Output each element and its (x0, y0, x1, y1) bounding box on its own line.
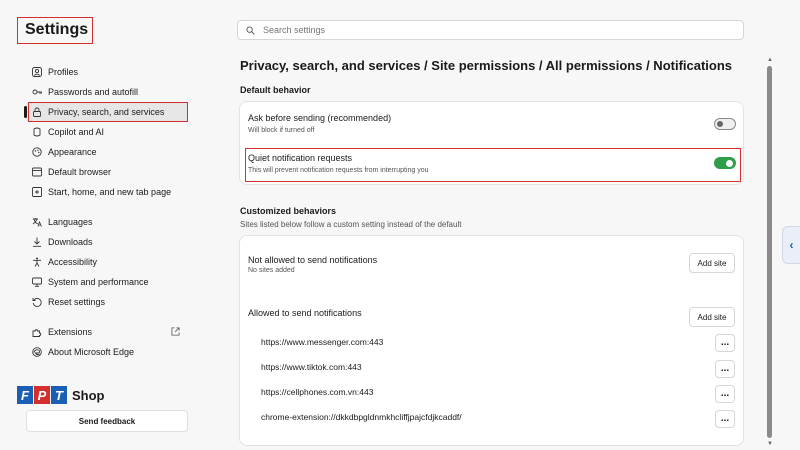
not-allowed-title: Not allowed to send notifications (248, 255, 378, 265)
ask-before-sending-subtitle: Will block if turned off (248, 127, 315, 134)
site-more-button[interactable]: ... (715, 360, 735, 378)
add-allowed-site-button[interactable]: Add site (689, 307, 735, 327)
page-scrollbar[interactable]: ▲ ▼ (766, 56, 774, 450)
side-panel-toggle[interactable]: ‹ (782, 226, 800, 264)
logo-letters: F P T (17, 386, 68, 404)
ask-before-sending-title: Ask before sending (recommended) (248, 113, 392, 123)
sidebar-item-label: System and performance (48, 277, 149, 287)
sidebar-item-label: Passwords and autofill (48, 87, 139, 97)
sidebar-item-system[interactable]: System and performance (26, 272, 188, 292)
settings-title: Settings (17, 17, 93, 44)
logo-letter-p: P (34, 386, 50, 404)
copilot-icon (32, 127, 42, 137)
quiet-notification-highlight-box (245, 148, 741, 182)
sidebar-item-label: About Microsoft Edge (48, 347, 135, 357)
accessibility-icon (32, 257, 42, 267)
scroll-thumb[interactable] (767, 66, 772, 438)
allowed-site: https://www.messenger.com:443 (261, 337, 384, 347)
sidebar-item-about[interactable]: About Microsoft Edge (26, 342, 188, 362)
reset-icon (32, 297, 42, 307)
breadcrumb: Privacy, search, and services / Site per… (240, 58, 733, 73)
languages-icon (32, 217, 42, 227)
ask-before-sending-row: Ask before sending (recommended) Will bl… (240, 102, 743, 142)
sidebar-item-languages[interactable]: Languages (26, 212, 188, 232)
sidebar-item-passwords[interactable]: Passwords and autofill (26, 82, 188, 102)
sidebar-item-label: Accessibility (48, 257, 98, 267)
search-box[interactable] (237, 20, 744, 40)
sidebar-item-copilot[interactable]: Copilot and AI (26, 122, 188, 142)
sidebar-item-label: Languages (48, 217, 93, 227)
site-more-button[interactable]: ... (715, 385, 735, 403)
sidebar-item-label: Extensions (48, 327, 93, 337)
sidebar-nav: Profiles Passwords and autofill Privacy,… (24, 62, 188, 362)
download-icon (32, 237, 42, 247)
sidebar-item-accessibility[interactable]: Accessibility (26, 252, 188, 272)
customized-subtitle: Sites listed below follow a custom setti… (240, 220, 462, 229)
home-icon (32, 187, 42, 197)
sidebar: Settings Profiles Passwords and autofill… (0, 0, 200, 450)
sidebar-item-downloads[interactable]: Downloads (26, 232, 188, 252)
scroll-up-arrow-icon[interactable]: ▲ (766, 56, 774, 64)
site-more-button[interactable]: ... (715, 410, 735, 428)
send-feedback-button[interactable]: Send feedback (26, 410, 188, 432)
browser-icon (32, 167, 42, 177)
customized-heading: Customized behaviors (240, 206, 337, 216)
sidebar-item-profiles[interactable]: Profiles (26, 62, 188, 82)
customized-card: Not allowed to send notifications No sit… (239, 235, 744, 446)
allowed-title: Allowed to send notifications (248, 308, 362, 318)
system-icon (32, 277, 42, 287)
sidebar-item-default-browser[interactable]: Default browser (26, 162, 188, 182)
fpt-shop-logo: F P T Shop (17, 386, 105, 404)
sidebar-item-label: Default browser (48, 167, 112, 177)
sidebar-item-label: Appearance (48, 147, 97, 157)
allowed-site: chrome-extension://dkkdbpgldnmkhcliffjpa… (261, 412, 462, 422)
ask-before-sending-toggle[interactable] (714, 118, 736, 130)
sidebar-item-privacy[interactable]: Privacy, search, and services (24, 102, 188, 122)
sidebar-item-label: Copilot and AI (48, 127, 105, 137)
sidebar-item-appearance[interactable]: Appearance (26, 142, 188, 162)
edge-icon (32, 347, 42, 357)
privacy-highlight-box (28, 102, 188, 122)
chevron-left-icon: ‹ (789, 238, 794, 252)
toggle-knob (717, 121, 723, 127)
appearance-icon (32, 147, 42, 157)
logo-letter-f: F (17, 386, 33, 404)
sidebar-item-label: Start, home, and new tab page (48, 187, 172, 197)
sidebar-item-reset[interactable]: Reset settings (26, 292, 188, 312)
sidebar-item-start-home[interactable]: Start, home, and new tab page (26, 182, 188, 202)
sidebar-item-extensions[interactable]: Extensions (26, 322, 188, 342)
extensions-icon (32, 327, 42, 337)
sidebar-item-label: Downloads (48, 237, 93, 247)
allowed-site: https://www.tiktok.com:443 (261, 362, 362, 372)
sidebar-item-label: Reset settings (48, 297, 106, 307)
site-more-button[interactable]: ... (715, 334, 735, 352)
profile-icon (32, 67, 42, 77)
scroll-down-arrow-icon[interactable]: ▼ (766, 440, 774, 448)
sidebar-item-label: Profiles (48, 67, 79, 77)
add-blocked-site-button[interactable]: Add site (689, 253, 735, 273)
allowed-site: https://cellphones.com.vn:443 (261, 387, 374, 397)
search-icon (246, 25, 255, 35)
search-input[interactable] (261, 24, 735, 36)
not-allowed-empty-text: No sites added (248, 267, 295, 274)
external-link-icon (171, 327, 180, 338)
logo-letter-t: T (51, 386, 67, 404)
logo-text: Shop (72, 387, 105, 403)
default-behavior-heading: Default behavior (240, 85, 311, 95)
key-icon (32, 87, 42, 97)
